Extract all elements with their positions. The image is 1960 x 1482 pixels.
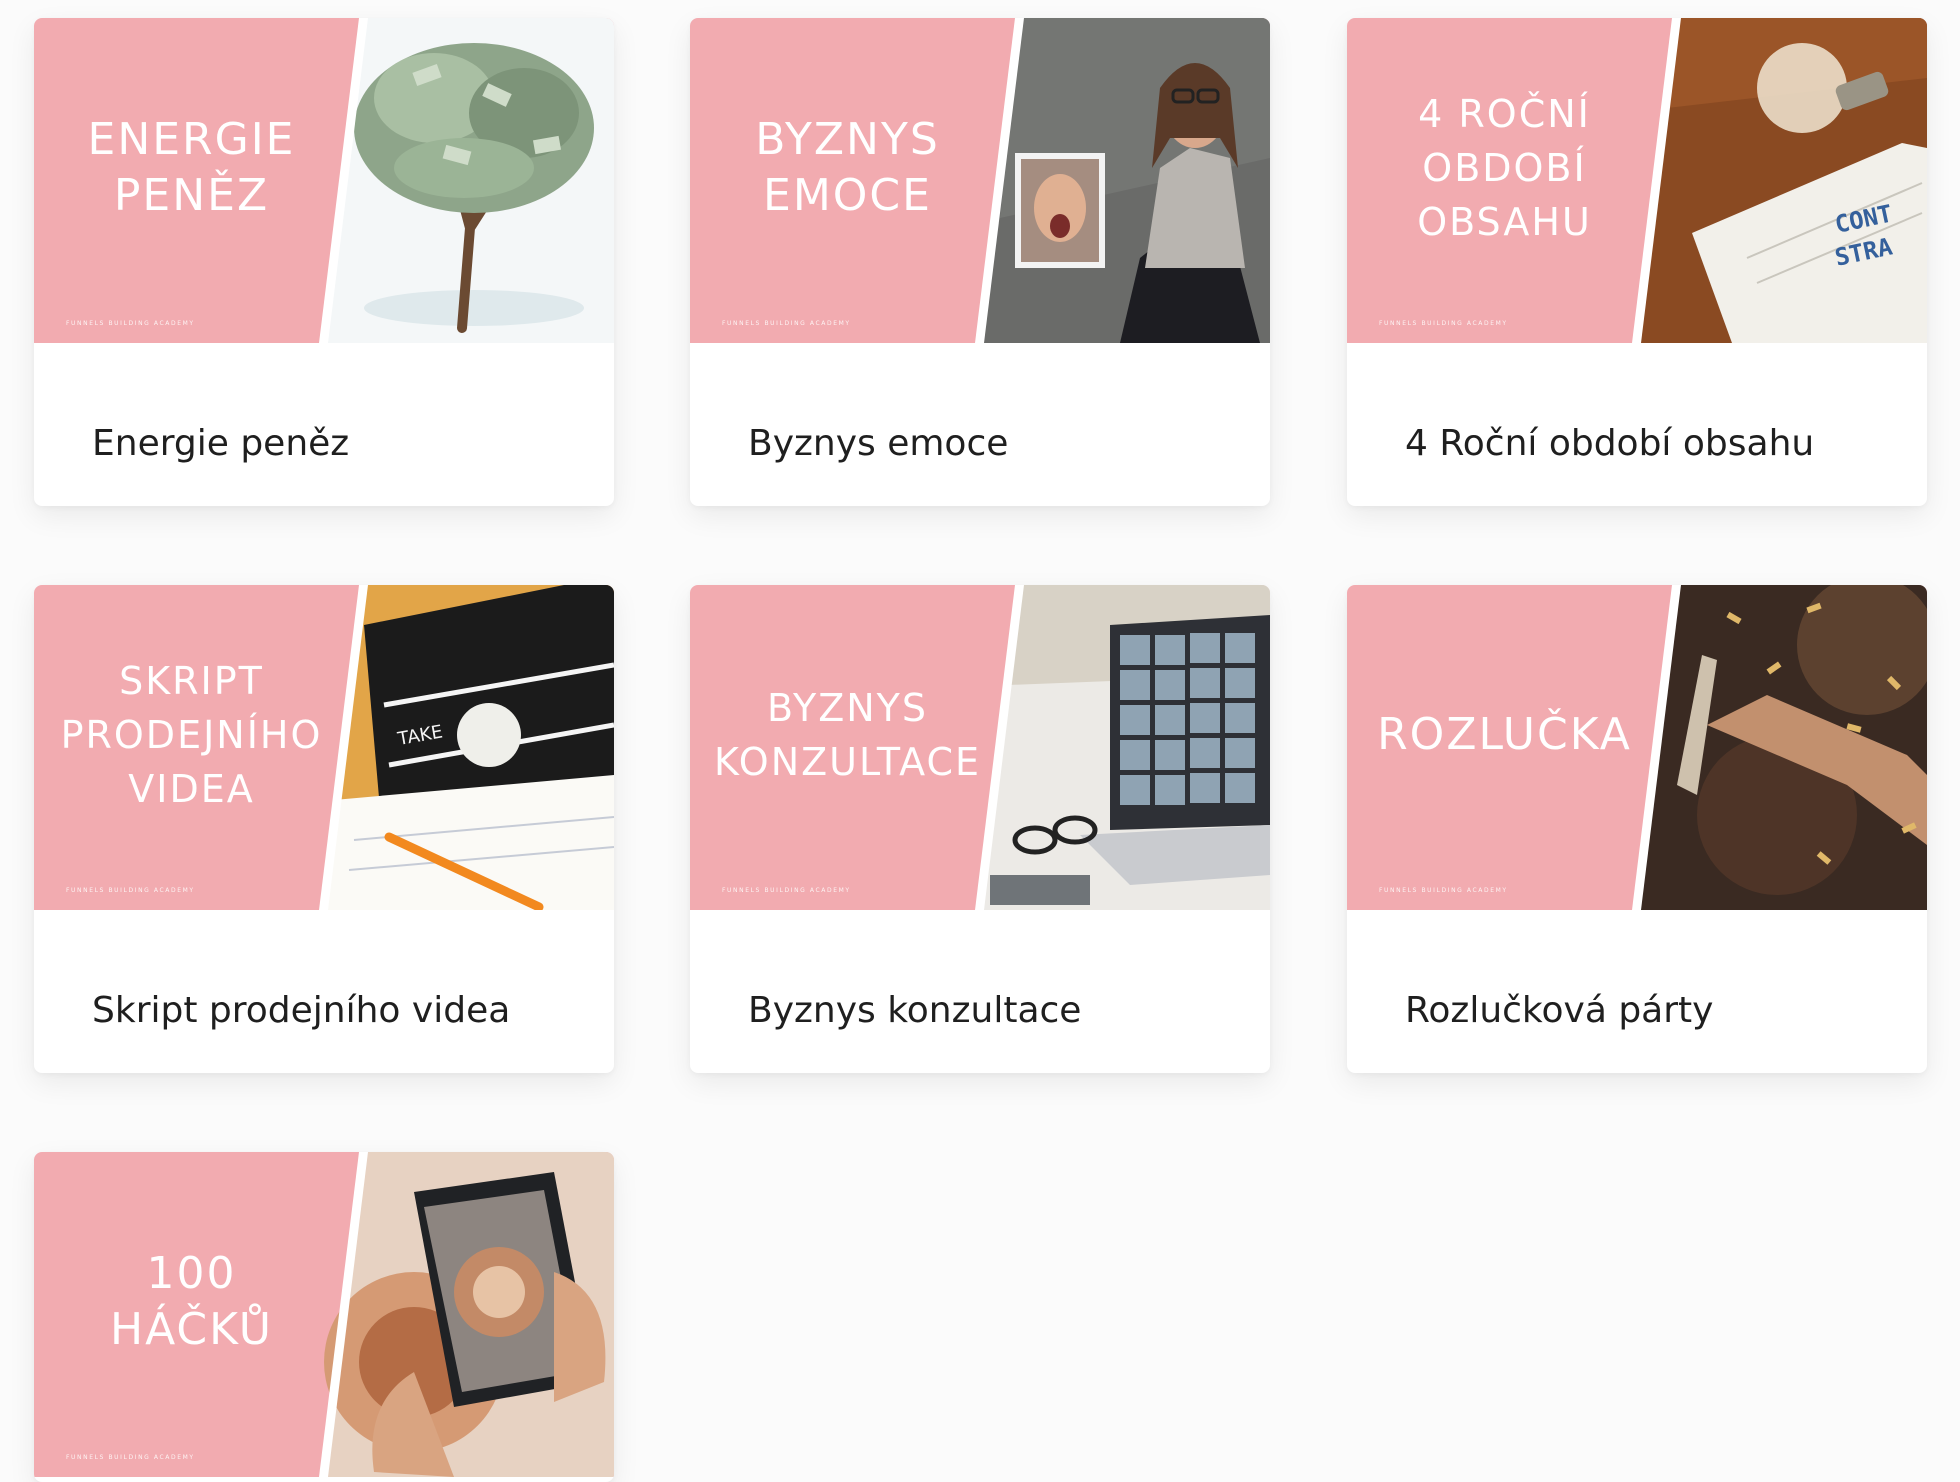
course-thumbnail[interactable]: 100 HÁČKŮ FUNNELS BUILDING ACADEMY	[34, 1152, 614, 1477]
course-title[interactable]: Energie peněz	[92, 418, 349, 470]
thumbnail-title: BYZNYS EMOCE	[755, 113, 940, 221]
course-title[interactable]: Skript prodejního videa	[92, 985, 510, 1037]
thumbnail-title: 100 HÁČKŮ	[109, 1247, 273, 1355]
course-card-byznys-emoce[interactable]: BYZNYS EMOCE FUNNELS BUILDING ACADEMY By…	[690, 18, 1270, 506]
thumbnail-brand: FUNNELS BUILDING ACADEMY	[66, 887, 195, 894]
course-title[interactable]: 4 Roční období obsahu	[1405, 418, 1814, 470]
course-thumbnail[interactable]: BYZNYS EMOCE FUNNELS BUILDING ACADEMY	[690, 18, 1270, 343]
thumbnail-brand: FUNNELS BUILDING ACADEMY	[1379, 320, 1508, 327]
thumbnail-title: 4 ROČNÍ OBDOBÍ OBSAHU	[1417, 91, 1592, 244]
thumbnail-brand: FUNNELS BUILDING ACADEMY	[66, 1454, 195, 1461]
thumbnail-title: ENERGIE PENĚZ	[87, 113, 296, 221]
thumbnail-brand: FUNNELS BUILDING ACADEMY	[1379, 887, 1508, 894]
course-card-rozluckova-party[interactable]: ROZLUČKA FUNNELS BUILDING ACADEMY Rozluč…	[1347, 585, 1927, 1073]
course-card-byznys-konzultace[interactable]: BYZNYS KONZULTACE FUNNELS BUILDING ACADE…	[690, 585, 1270, 1073]
thumbnail-title: BYZNYS KONZULTACE	[713, 685, 982, 784]
thumbnail-brand: FUNNELS BUILDING ACADEMY	[722, 887, 851, 894]
course-card-100-hacku[interactable]: 100 HÁČKŮ FUNNELS BUILDING ACADEMY	[34, 1152, 614, 1482]
thumbnail-brand: FUNNELS BUILDING ACADEMY	[66, 320, 195, 327]
course-thumbnail[interactable]: BYZNYS KONZULTACE FUNNELS BUILDING ACADE…	[690, 585, 1270, 910]
course-title[interactable]: Byznys emoce	[748, 418, 1008, 470]
course-thumbnail[interactable]: ENERGIE PENĚZ FUNNELS BUILDING ACADEMY	[34, 18, 614, 343]
thumbnail-title: ROZLUČKA	[1377, 708, 1632, 760]
course-card-skript-prodejniho-videa[interactable]: TAKE SKRIPT PRODEJNÍHO VIDEA FUNNELS BUI…	[34, 585, 614, 1073]
course-title[interactable]: Byznys konzultace	[748, 985, 1081, 1037]
course-thumbnail[interactable]: ROZLUČKA FUNNELS BUILDING ACADEMY	[1347, 585, 1927, 910]
thumbnail-brand: FUNNELS BUILDING ACADEMY	[722, 320, 851, 327]
course-thumbnail[interactable]: TAKE SKRIPT PRODEJNÍHO VIDEA FUNNELS BUI…	[34, 585, 614, 910]
thumbnail-title: SKRIPT PRODEJNÍHO VIDEA	[60, 658, 323, 811]
course-card-energie-penez[interactable]: ENERGIE PENĚZ FUNNELS BUILDING ACADEMY E…	[34, 18, 614, 506]
course-title[interactable]: Rozlučková párty	[1405, 985, 1713, 1037]
course-grid: ENERGIE PENĚZ FUNNELS BUILDING ACADEMY E…	[0, 0, 1960, 1482]
course-thumbnail[interactable]: CONT STRA 4 ROČNÍ OBDOBÍ OBSAHU FUNNELS …	[1347, 18, 1927, 343]
course-card-4-rocni-obdobi-obsahu[interactable]: CONT STRA 4 ROČNÍ OBDOBÍ OBSAHU FUNNELS …	[1347, 18, 1927, 506]
